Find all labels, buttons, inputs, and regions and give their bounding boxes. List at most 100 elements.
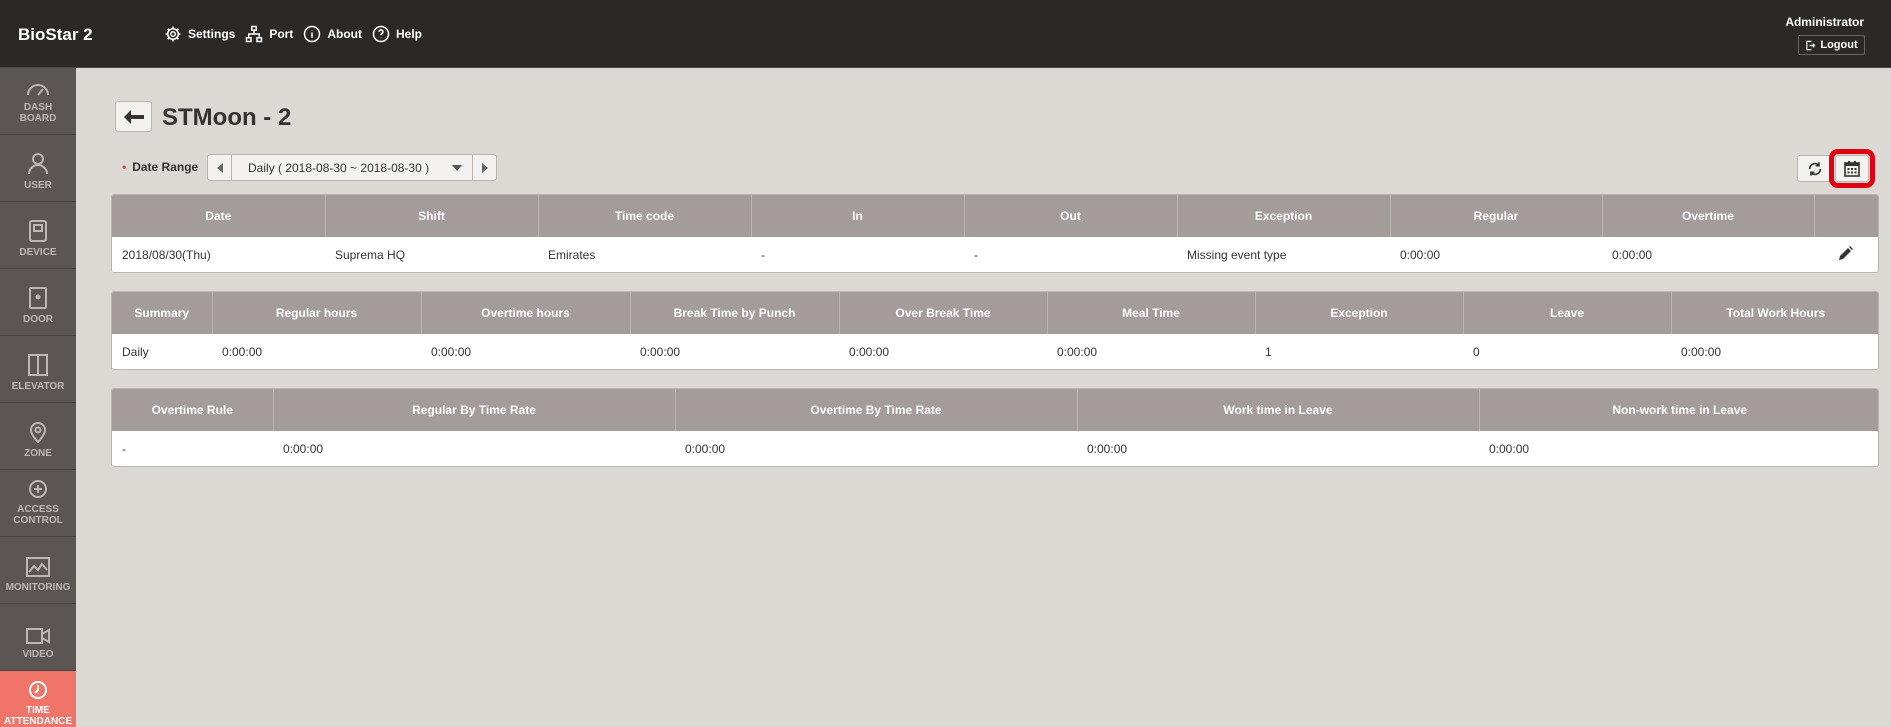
table-cell: 0:00:00 bbox=[283, 441, 324, 456]
sidebar-label: ACCESS bbox=[17, 504, 59, 515]
column-header[interactable]: Regular By Time Rate bbox=[273, 389, 676, 431]
sidebar-item-access-control[interactable]: ACCESS CONTROL bbox=[0, 470, 76, 537]
calendar-button[interactable] bbox=[1829, 149, 1875, 188]
sidebar-label: MONITORING bbox=[5, 582, 71, 593]
sidebar-label: DEVICE bbox=[19, 247, 57, 258]
edit-cell bbox=[1814, 237, 1878, 272]
summary-table: Summary Regular hours Overtime hours Bre… bbox=[111, 291, 1879, 370]
info-icon bbox=[304, 25, 321, 43]
sidebar-item-user[interactable]: USER bbox=[0, 135, 76, 202]
elevator-icon bbox=[28, 354, 48, 376]
table-cell: - bbox=[974, 247, 978, 262]
sidebar-label: USER bbox=[24, 180, 52, 191]
column-header[interactable]: Overtime By Time Rate bbox=[675, 389, 1078, 431]
settings-label: Settings bbox=[188, 27, 236, 41]
pencil-icon[interactable] bbox=[1839, 246, 1853, 260]
door-icon bbox=[29, 287, 47, 309]
table-row: Daily 0:00:00 0:00:00 0:00:00 0:00:00 0:… bbox=[112, 334, 1878, 369]
caret-right-icon bbox=[481, 162, 488, 173]
network-icon bbox=[246, 25, 263, 43]
help-link[interactable]: Help bbox=[372, 25, 422, 43]
device-icon bbox=[29, 220, 47, 242]
clock-icon bbox=[29, 681, 47, 699]
table-cell: 0 bbox=[1473, 344, 1480, 359]
video-icon bbox=[26, 628, 50, 644]
date-range-picker: Daily ( 2018-08-30 ~ 2018-08-30 ) bbox=[207, 154, 497, 181]
table-row[interactable]: 2018/08/30(Thu) Suprema HQ Emirates - - … bbox=[112, 237, 1878, 272]
column-header[interactable]: Time code bbox=[538, 195, 752, 237]
sidebar-label: TIME bbox=[26, 705, 50, 716]
calendar-icon bbox=[1844, 160, 1860, 177]
date-range-value: Daily ( 2018-08-30 ~ 2018-08-30 ) bbox=[248, 160, 430, 175]
table-cell: 0:00:00 bbox=[640, 344, 681, 359]
column-header[interactable]: Work time in Leave bbox=[1077, 389, 1480, 431]
required-marker: • bbox=[122, 160, 127, 174]
column-header[interactable]: Date bbox=[112, 195, 326, 237]
overtime-rule-table: Overtime Rule Regular By Time Rate Overt… bbox=[111, 388, 1879, 467]
sidebar-label: ELEVATOR bbox=[11, 381, 65, 392]
sidebar-label: DASH bbox=[23, 102, 53, 113]
column-header[interactable]: Out bbox=[964, 195, 1178, 237]
column-header[interactable]: Exception bbox=[1255, 292, 1464, 334]
column-header[interactable]: Leave bbox=[1463, 292, 1672, 334]
gear-icon bbox=[165, 26, 181, 42]
port-link[interactable]: Port bbox=[245, 25, 293, 43]
column-header[interactable]: Overtime bbox=[1602, 195, 1815, 237]
table-cell: 0:00:00 bbox=[1057, 344, 1098, 359]
sidebar-item-time-attendance[interactable]: TIME ATTENDANCE bbox=[0, 671, 76, 727]
table-cell: 0:00:00 bbox=[685, 441, 726, 456]
column-header bbox=[1814, 195, 1878, 237]
table-cell: 0:00:00 bbox=[849, 344, 890, 359]
column-header[interactable]: Break Time by Punch bbox=[630, 292, 840, 334]
column-header[interactable]: Over Break Time bbox=[839, 292, 1048, 334]
sidebar-label: ZONE bbox=[24, 448, 52, 459]
column-header[interactable]: Overtime Rule bbox=[112, 389, 274, 431]
daily-records-table: Date Shift Time code In Out Exception Re… bbox=[111, 194, 1879, 273]
table-cell: Suprema HQ bbox=[335, 247, 406, 262]
logout-button[interactable]: Logout bbox=[1798, 35, 1865, 55]
logout-icon bbox=[1806, 40, 1816, 50]
arrow-left-icon bbox=[123, 109, 144, 124]
sidebar-label: VIDEO bbox=[22, 649, 54, 660]
sidebar-item-zone[interactable]: ZONE bbox=[0, 403, 76, 470]
column-header[interactable]: Regular hours bbox=[212, 292, 422, 334]
access-control-icon bbox=[29, 480, 47, 498]
sidebar-item-video[interactable]: VIDEO bbox=[0, 604, 76, 671]
page-title: STMoon - 2 bbox=[162, 104, 292, 131]
date-range-label: • Date Range bbox=[122, 160, 198, 174]
table-cell: - bbox=[761, 247, 765, 262]
column-header[interactable]: Summary bbox=[112, 292, 213, 334]
column-header[interactable]: Meal Time bbox=[1047, 292, 1256, 334]
sidebar-item-elevator[interactable]: ELEVATOR bbox=[0, 336, 76, 403]
app-brand[interactable]: BioStar 2 bbox=[18, 25, 93, 45]
column-header[interactable]: Exception bbox=[1177, 195, 1391, 237]
table-cell: 0:00:00 bbox=[1681, 344, 1722, 359]
date-prev-button[interactable] bbox=[208, 155, 232, 180]
column-header[interactable]: Shift bbox=[325, 195, 539, 237]
sidebar-item-monitoring[interactable]: MONITORING bbox=[0, 537, 76, 604]
date-next-button[interactable] bbox=[472, 155, 496, 180]
chevron-down-icon bbox=[452, 165, 462, 171]
column-header[interactable]: Non-work time in Leave bbox=[1479, 389, 1878, 431]
sidebar-item-device[interactable]: DEVICE bbox=[0, 202, 76, 269]
about-link[interactable]: About bbox=[303, 25, 362, 43]
column-header[interactable]: In bbox=[751, 195, 965, 237]
sidebar-item-dashboard[interactable]: DASH BOARD bbox=[0, 68, 76, 135]
column-header[interactable]: Overtime hours bbox=[421, 292, 631, 334]
column-header[interactable]: Total Work Hours bbox=[1671, 292, 1878, 334]
main-content: STMoon - 2 • Date Range Daily ( 2018-08-3… bbox=[76, 68, 1891, 727]
table-cell: 0:00:00 bbox=[431, 344, 472, 359]
date-range-label-text: Date Range bbox=[132, 160, 199, 174]
help-icon bbox=[372, 25, 390, 43]
sidebar: DASH BOARD USER DEVICE DOOR ELEVATOR ZON… bbox=[0, 68, 76, 727]
user-icon bbox=[28, 153, 48, 175]
monitoring-icon bbox=[26, 557, 50, 577]
back-button[interactable] bbox=[115, 101, 152, 132]
refresh-button[interactable] bbox=[1797, 155, 1832, 182]
settings-link[interactable]: Settings bbox=[164, 25, 235, 43]
table-cell: 2018/08/30(Thu) bbox=[122, 247, 211, 262]
sidebar-item-door[interactable]: DOOR bbox=[0, 269, 76, 336]
sidebar-label: BOARD bbox=[19, 113, 57, 124]
date-range-select[interactable]: Daily ( 2018-08-30 ~ 2018-08-30 ) bbox=[232, 155, 472, 180]
column-header[interactable]: Regular bbox=[1390, 195, 1603, 237]
